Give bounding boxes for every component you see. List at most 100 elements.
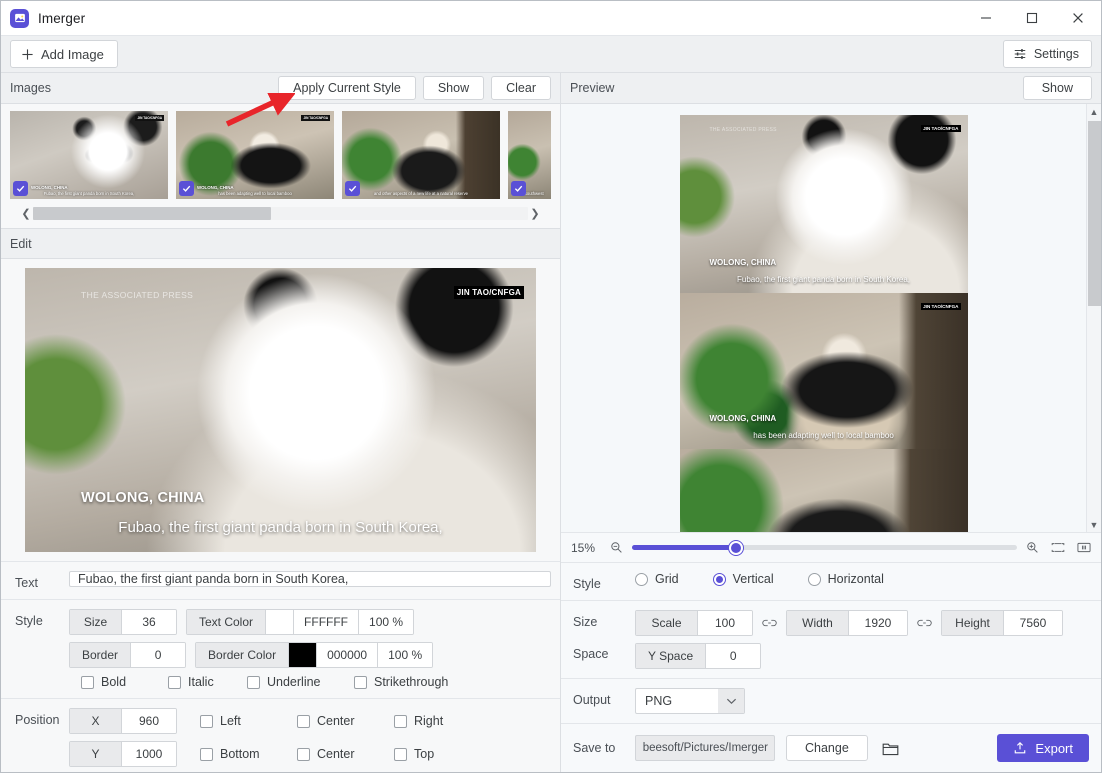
- text-input[interactable]: [69, 571, 551, 587]
- font-size-field[interactable]: Size 36: [69, 609, 177, 635]
- style-vertical-label: Vertical: [732, 572, 774, 586]
- align-bottom-checkbox[interactable]: Bottom: [200, 747, 288, 761]
- height-value[interactable]: 7560: [1004, 611, 1062, 635]
- scroll-thumb[interactable]: [1087, 121, 1101, 306]
- border-color-opacity[interactable]: 100 %: [377, 643, 433, 667]
- chevron-right-icon[interactable]: ❯: [528, 207, 542, 220]
- scroll-thumb[interactable]: [33, 206, 271, 220]
- edit-canvas[interactable]: THE ASSOCIATED PRESS JIN TAO/CNFGA WOLON…: [25, 268, 536, 552]
- canvas-subtitle-text[interactable]: Fubao, the first giant panda born in Sou…: [25, 519, 536, 536]
- text-color-field[interactable]: Text Color FFFFFF 100 %: [186, 609, 415, 635]
- thumbnail-checkbox[interactable]: [345, 181, 360, 196]
- main-split: Images Apply Current Style Show Clear JI…: [1, 73, 1101, 772]
- thumbnail-item[interactable]: JIN TAO/CNFGA WOLONG, CHINA Fubao, the f…: [10, 111, 168, 199]
- align-left-checkbox[interactable]: Left: [200, 714, 288, 728]
- thumbnail-location: WOLONG, CHINA: [197, 185, 234, 190]
- radio-button: [712, 572, 726, 586]
- position-row: Position X 960 Left Center Right Y 1000 …: [1, 698, 560, 772]
- text-color-hex[interactable]: FFFFFF: [294, 610, 359, 634]
- align-right-checkbox[interactable]: Right: [394, 714, 482, 728]
- chevron-down-icon[interactable]: ▼: [1090, 517, 1099, 532]
- image-app-icon: [10, 8, 29, 28]
- thumbnail-item[interactable]: JIN TAO/CNFGA WOLONG, CHINA has been ada…: [176, 111, 334, 199]
- preview-location: WOLONG, CHINA: [709, 414, 777, 423]
- align-center-h-label: Center: [317, 714, 355, 728]
- thumbnail-credit: JIN TAO/CNFGA: [301, 115, 330, 121]
- preview-vertical-scrollbar[interactable]: ▲ ▼: [1086, 104, 1101, 532]
- canvas-credit: JIN TAO/CNFGA: [453, 286, 524, 299]
- height-field[interactable]: Height 7560: [941, 610, 1063, 636]
- style-radio-vertical[interactable]: Vertical: [712, 572, 774, 586]
- style-radio-grid[interactable]: Grid: [635, 572, 679, 586]
- link-icon[interactable]: [917, 617, 932, 629]
- y-space-value[interactable]: 0: [706, 644, 761, 668]
- text-color-swatch[interactable]: [266, 610, 295, 634]
- link-icon[interactable]: [762, 617, 777, 629]
- zoom-slider[interactable]: [632, 540, 1017, 555]
- position-x-value[interactable]: 960: [122, 709, 176, 733]
- thumbnail-caption: and other aspects of a new life at a nat…: [373, 191, 469, 197]
- position-row-label: Position: [15, 713, 60, 727]
- edit-panel-header: Edit: [1, 228, 560, 259]
- slider-knob[interactable]: [728, 540, 743, 555]
- bold-checkbox[interactable]: Bold: [81, 675, 159, 689]
- close-icon[interactable]: [1055, 1, 1101, 36]
- strikethrough-label: Strikethrough: [374, 675, 449, 689]
- export-button[interactable]: Export: [997, 734, 1089, 762]
- settings-button[interactable]: Settings: [1002, 40, 1092, 68]
- add-image-button[interactable]: Add Image: [10, 40, 118, 68]
- border-width-value[interactable]: 0: [131, 643, 186, 667]
- preview-credit: JIN TAO/CNFGA: [921, 125, 961, 132]
- border-color-field[interactable]: Border Color 000000 100 %: [195, 642, 434, 668]
- position-y-field[interactable]: Y 1000: [69, 741, 177, 767]
- position-x-field[interactable]: X 960: [69, 708, 177, 734]
- position-y-value[interactable]: 1000: [122, 742, 176, 766]
- chevron-up-icon[interactable]: ▲: [1090, 104, 1099, 119]
- minimize-icon[interactable]: [963, 1, 1009, 36]
- preview-viewport[interactable]: THE ASSOCIATED PRESS JIN TAO/CNFGA WOLON…: [561, 104, 1086, 532]
- border-width-field[interactable]: Border 0: [69, 642, 187, 668]
- y-space-field[interactable]: Y Space 0: [635, 643, 762, 669]
- thumbnail-horizontal-scrollbar[interactable]: ❮ ❯: [19, 204, 542, 222]
- chevron-left-icon[interactable]: ❮: [19, 207, 33, 220]
- preview-show-button[interactable]: Show: [1022, 76, 1092, 100]
- border-color-hex[interactable]: 000000: [317, 643, 378, 667]
- save-path-field[interactable]: beesoft/Pictures/Imerger: [635, 735, 775, 761]
- preview-image: [679, 449, 968, 532]
- images-show-button[interactable]: Show: [422, 76, 485, 100]
- width-value[interactable]: 1920: [849, 611, 907, 635]
- actual-size-icon[interactable]: [1077, 541, 1091, 554]
- thumbnail-item[interactable]: and other aspects of a new life at a nat…: [342, 111, 500, 199]
- folder-icon[interactable]: [882, 741, 899, 756]
- apply-current-style-button[interactable]: Apply Current Style: [278, 76, 416, 100]
- align-center-v-checkbox[interactable]: Center: [297, 747, 385, 761]
- border-color-swatch[interactable]: [289, 643, 318, 667]
- thumbnail-item[interactable]: in southwest: [508, 111, 551, 199]
- strikethrough-checkbox[interactable]: Strikethrough: [354, 675, 474, 689]
- thumbnail-checkbox[interactable]: [179, 181, 194, 196]
- italic-checkbox[interactable]: Italic: [168, 675, 238, 689]
- thumbnail-checkbox[interactable]: [511, 181, 526, 196]
- scale-value[interactable]: 100: [698, 611, 752, 635]
- maximize-icon[interactable]: [1009, 1, 1055, 36]
- chevron-down-icon[interactable]: [718, 689, 744, 713]
- align-top-checkbox[interactable]: Top: [394, 747, 482, 761]
- fit-to-screen-icon[interactable]: [1051, 541, 1065, 554]
- style-radio-horizontal[interactable]: Horizontal: [807, 572, 884, 586]
- text-color-label: Text Color: [187, 610, 267, 634]
- zoom-in-icon[interactable]: [1026, 541, 1039, 554]
- font-size-value[interactable]: 36: [122, 610, 176, 634]
- align-center-h-checkbox[interactable]: Center: [297, 714, 385, 728]
- change-path-button[interactable]: Change: [786, 735, 868, 761]
- width-field[interactable]: Width 1920: [786, 610, 908, 636]
- scroll-track[interactable]: [33, 206, 528, 220]
- text-color-opacity[interactable]: 100 %: [358, 610, 414, 634]
- thumbnail-checkbox[interactable]: [13, 181, 28, 196]
- output-format-select[interactable]: PNG: [635, 688, 745, 714]
- images-clear-button[interactable]: Clear: [491, 76, 551, 100]
- underline-checkbox[interactable]: Underline: [247, 675, 345, 689]
- radio-button: [635, 572, 648, 586]
- scroll-track[interactable]: [1087, 119, 1101, 517]
- zoom-out-icon[interactable]: [610, 541, 623, 554]
- scale-field[interactable]: Scale 100: [635, 610, 753, 636]
